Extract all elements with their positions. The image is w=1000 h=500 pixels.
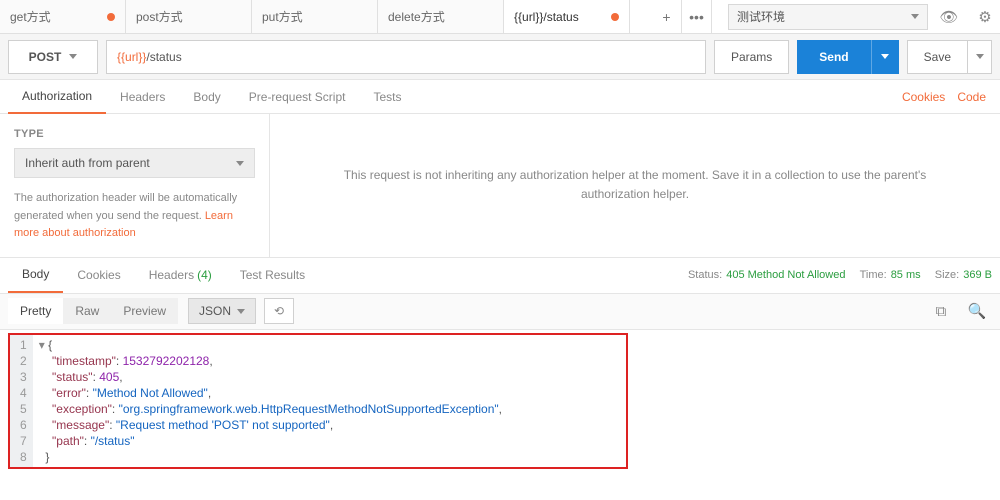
auth-help-text: The authorization header will be automat… — [14, 190, 255, 243]
auth-type-label: TYPE — [14, 128, 255, 140]
response-tab-test-results[interactable]: Test Results — [226, 257, 319, 293]
status-value: 405 Method Not Allowed — [726, 269, 845, 281]
http-method-select[interactable]: POST — [8, 40, 98, 74]
chevron-down-icon — [911, 14, 919, 19]
response-tab-row: BodyCookiesHeaders (4)Test Results Statu… — [0, 258, 1000, 294]
environment-value: 测试环境 — [737, 8, 785, 25]
params-button[interactable]: Params — [714, 40, 789, 74]
response-tab-cookies[interactable]: Cookies — [63, 257, 134, 293]
tab-label: get方式 — [10, 8, 51, 25]
environment-quicklook-button[interactable]: 👁 — [934, 2, 964, 32]
response-view-toolbar: PrettyRawPreview JSON ⟲ ⧉ 🔍 — [0, 294, 1000, 330]
view-mode-preview[interactable]: Preview — [111, 298, 178, 324]
search-icon: 🔍 — [968, 302, 987, 320]
tab-label: delete方式 — [388, 8, 445, 25]
request-subtab-pre-request-script[interactable]: Pre-request Script — [235, 80, 360, 114]
request-url-bar: POST {{url}}/status Params Send Save — [0, 34, 1000, 80]
request-tab[interactable]: delete方式 — [378, 0, 504, 33]
chevron-down-icon — [237, 309, 245, 314]
url-path: /status — [146, 50, 181, 64]
view-mode-pretty[interactable]: Pretty — [8, 298, 63, 324]
cookies-link[interactable]: Cookies — [896, 90, 951, 104]
request-subtab-authorization[interactable]: Authorization — [8, 80, 106, 114]
wrap-icon: ⟲ — [274, 304, 284, 318]
request-tab[interactable]: {{url}}/status — [504, 0, 630, 33]
response-tab-headers[interactable]: Headers (4) — [135, 257, 226, 293]
gear-icon: ⚙ — [978, 8, 991, 26]
copy-icon: ⧉ — [936, 303, 947, 320]
eye-icon: 👁 — [939, 8, 958, 26]
size-value: 369 B — [963, 269, 992, 281]
request-tab[interactable]: put方式 — [252, 0, 378, 33]
request-subtab-headers[interactable]: Headers — [106, 80, 179, 114]
view-mode-raw[interactable]: Raw — [63, 298, 111, 324]
auth-inherit-message: This request is not inheriting any autho… — [270, 114, 1000, 257]
url-input[interactable]: {{url}}/status — [106, 40, 706, 74]
url-variable: {{url}} — [117, 50, 146, 64]
add-tab-button[interactable]: + — [652, 0, 682, 33]
response-status-info: Status: 405 Method Not Allowed Time: 85 … — [688, 269, 992, 281]
send-dropdown[interactable] — [871, 40, 899, 74]
wrap-lines-button[interactable]: ⟲ — [264, 298, 294, 324]
chevron-down-icon — [881, 54, 889, 59]
tab-label: {{url}}/status — [514, 10, 579, 24]
header-count-badge: (4) — [197, 268, 212, 282]
time-value: 85 ms — [891, 269, 921, 281]
format-select[interactable]: JSON — [188, 298, 256, 324]
tab-strip: get方式 post方式 put方式 delete方式 {{url}}/status +… — [0, 0, 1000, 34]
tab-label: put方式 — [262, 8, 303, 25]
response-tab-body[interactable]: Body — [8, 257, 63, 293]
http-method-value: POST — [29, 50, 62, 64]
tab-overflow-button[interactable]: ••• — [682, 0, 712, 33]
unsaved-dot-icon — [107, 13, 115, 21]
chevron-down-icon — [976, 54, 984, 59]
auth-type-value: Inherit auth from parent — [25, 156, 150, 170]
auth-type-select[interactable]: Inherit auth from parent — [14, 148, 255, 178]
search-response-button[interactable]: 🔍 — [962, 296, 992, 326]
request-tab[interactable]: get方式 — [0, 0, 126, 33]
tab-label: post方式 — [136, 8, 183, 25]
environment-select[interactable]: 测试环境 — [728, 4, 928, 30]
copy-response-button[interactable]: ⧉ — [926, 296, 956, 326]
request-subtab-tests[interactable]: Tests — [359, 80, 415, 114]
unsaved-dot-icon — [611, 13, 619, 21]
code-link[interactable]: Code — [951, 90, 992, 104]
chevron-down-icon — [69, 54, 77, 59]
save-dropdown[interactable] — [968, 40, 992, 74]
authorization-panel: TYPE Inherit auth from parent The author… — [0, 114, 1000, 258]
send-button[interactable]: Send — [797, 40, 870, 74]
response-body-viewer: 12345678 ▾ { "timestamp": 1532792202128,… — [8, 333, 628, 469]
request-tab[interactable]: post方式 — [126, 0, 252, 33]
request-subtab-row: AuthorizationHeadersBodyPre-request Scri… — [0, 80, 1000, 114]
chevron-down-icon — [236, 161, 244, 166]
request-subtab-body[interactable]: Body — [179, 80, 234, 114]
save-button[interactable]: Save — [907, 40, 968, 74]
settings-button[interactable]: ⚙ — [970, 2, 1000, 32]
format-value: JSON — [199, 304, 231, 318]
